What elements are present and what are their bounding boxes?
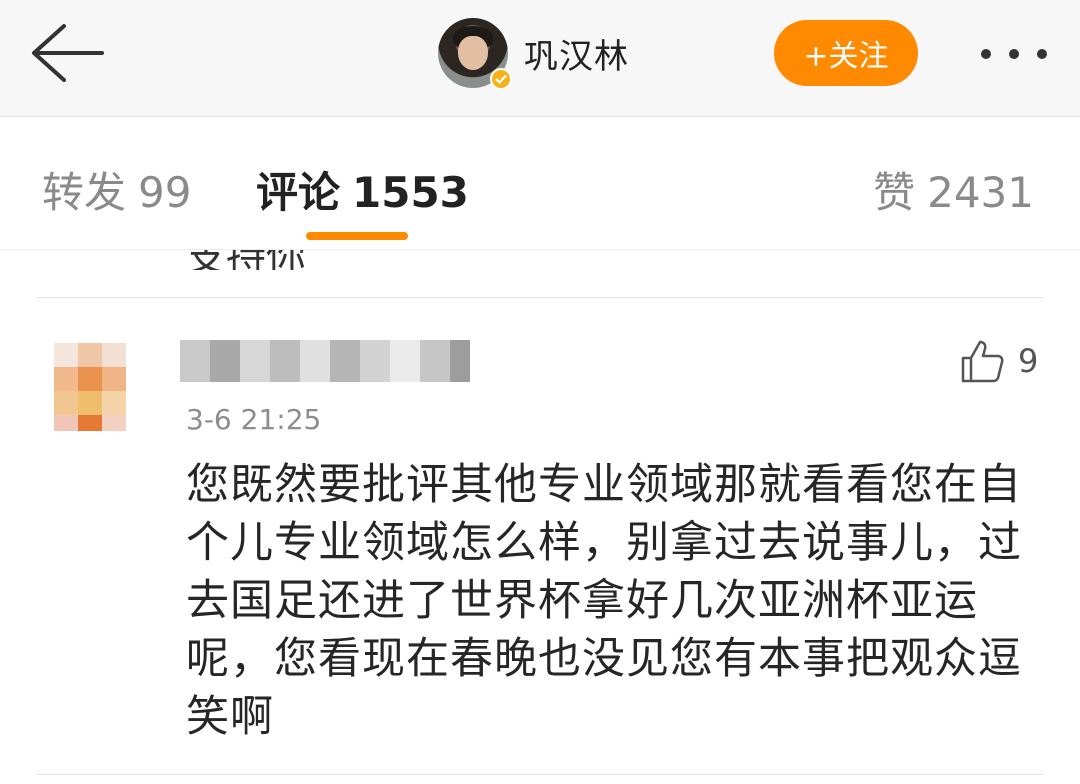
more-button[interactable] xyxy=(978,34,1050,74)
commenter-name-blurred[interactable] xyxy=(180,340,470,382)
follow-button[interactable]: +关注 xyxy=(774,20,918,86)
back-arrow-icon xyxy=(32,24,104,82)
tab-comment[interactable]: 评论 1553 xyxy=(256,159,469,220)
tab-like-count: 2431 xyxy=(927,168,1034,217)
comment-timestamp: 3-6 21:25 xyxy=(186,403,322,436)
more-dots-icon xyxy=(981,49,1047,59)
author-info[interactable]: 巩汉林 xyxy=(438,16,629,90)
comment-like-count: 9 xyxy=(1018,342,1039,380)
divider xyxy=(36,774,1044,775)
tab-comment-count: 1553 xyxy=(352,168,469,217)
previous-comment-text: 支持你 xyxy=(186,250,486,270)
top-bar: 巩汉林 +关注 xyxy=(0,0,1080,117)
comment-like-button[interactable]: 9 xyxy=(960,336,1050,386)
comment-body: 您既然要批评其他专业领域那就看看您在自个儿专业领域怎么样，别拿过去说事儿，过去国… xyxy=(186,460,1022,742)
tab-repost[interactable]: 转发 99 xyxy=(42,159,191,220)
thumbs-up-icon xyxy=(961,340,1004,383)
tab-repost-label: 转发 xyxy=(42,168,127,217)
tab-repost-count: 99 xyxy=(138,168,192,217)
tab-like-label: 赞 xyxy=(873,168,916,217)
author-avatar[interactable] xyxy=(438,18,512,90)
tab-comment-label: 评论 xyxy=(256,168,341,217)
author-name[interactable]: 巩汉林 xyxy=(524,29,629,78)
previous-comment-tail: 支持你 xyxy=(186,250,486,270)
back-button[interactable] xyxy=(24,18,108,88)
active-tab-indicator xyxy=(306,232,408,240)
tab-like[interactable]: 赞 2431 xyxy=(873,159,1034,220)
divider xyxy=(36,297,1044,298)
verified-badge-icon xyxy=(490,68,512,90)
tab-bar: 转发 99 评论 1553 赞 2431 xyxy=(0,117,1080,250)
commenter-avatar[interactable] xyxy=(40,325,140,445)
